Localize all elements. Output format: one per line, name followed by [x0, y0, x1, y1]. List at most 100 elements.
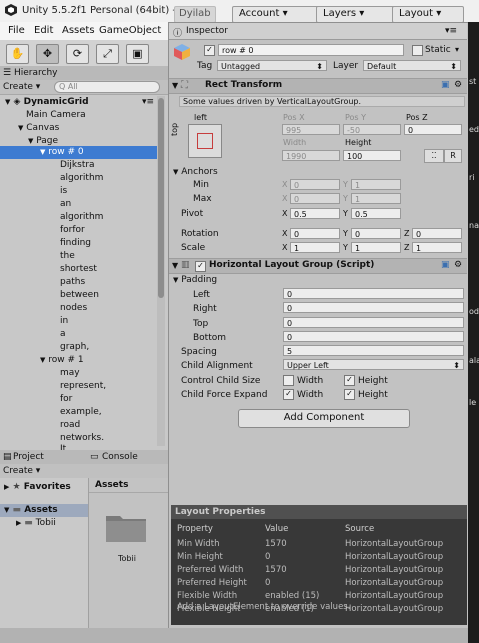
menu-edit[interactable]: Edit	[34, 25, 53, 36]
control-height-checkbox[interactable]: ✓	[344, 375, 355, 386]
object-name-field[interactable]: row # 0	[218, 44, 404, 56]
padding-left-field[interactable]: 0	[283, 288, 464, 299]
padding-top-field[interactable]: 0	[283, 317, 464, 328]
hierarchy-item[interactable]: graph,	[60, 342, 89, 352]
panel-menu-icon[interactable]: ▾≡	[445, 26, 457, 36]
layer-dropdown[interactable]: Default ⬍	[363, 60, 461, 71]
scale-z-field[interactable]: 1	[412, 242, 462, 253]
child-alignment-dropdown[interactable]: Upper Left ⬍	[283, 359, 464, 370]
create-dropdown[interactable]: Create ▾	[3, 82, 40, 92]
hierarchy-item[interactable]: the	[60, 251, 75, 261]
hlg-enabled-checkbox[interactable]: ✓	[195, 261, 206, 272]
hlg-header[interactable]: ▼ ▥ ✓ Horizontal Layout Group (Script) ▣…	[169, 258, 467, 274]
hierarchy-item[interactable]: is	[60, 186, 67, 196]
static-checkbox[interactable]	[412, 45, 423, 56]
hierarchy-item[interactable]: in	[60, 316, 68, 326]
menu-assets[interactable]: Assets	[62, 25, 95, 36]
layout-dropdown[interactable]: Layout ▾	[392, 6, 464, 23]
rotation-x-field[interactable]: 0	[290, 228, 340, 239]
project-create-dropdown[interactable]: Create ▾	[3, 466, 40, 476]
tree-assets-item[interactable]: ▼ ▬ Assets	[4, 505, 58, 515]
assets-breadcrumb-label[interactable]: Assets	[95, 480, 128, 490]
padding-right-field[interactable]: 0	[283, 302, 464, 313]
anchor-presets-button[interactable]	[188, 124, 222, 158]
hierarchy-item[interactable]: a	[60, 329, 66, 339]
chevron-down-icon: ▾	[282, 8, 288, 19]
scene-menu-icon[interactable]: ▾≡	[142, 97, 154, 107]
hierarchy-item[interactable]: finding	[60, 238, 91, 248]
hierarchy-item[interactable]: networks.	[60, 433, 104, 443]
layers-dropdown[interactable]: Layers ▾	[316, 6, 396, 23]
hierarchy-panel: ☰ Hierarchy Create ▾ Q All ▼ ◈ DynamicGr…	[0, 66, 168, 450]
hierarchy-item[interactable]: ▼ Canvas	[18, 123, 59, 133]
padding-bottom-field[interactable]: 0	[283, 331, 464, 342]
favorites-item[interactable]: ▶ ★ Favorites	[4, 482, 71, 492]
posz-field[interactable]: 0	[404, 124, 462, 135]
scale-x-field[interactable]: 1	[290, 242, 340, 253]
scene-row[interactable]: ▼ ◈ DynamicGrid	[5, 97, 89, 107]
expand-width-checkbox[interactable]: ✓	[283, 389, 294, 400]
hierarchy-scroll-thumb[interactable]	[158, 98, 164, 298]
console-tab[interactable]: Console	[102, 452, 138, 462]
raw-edit-button[interactable]: R	[444, 149, 462, 163]
rotation-z-field[interactable]: 0	[412, 228, 462, 239]
hierarchy-item[interactable]: Dijkstra	[60, 160, 95, 170]
tobii-folder[interactable]	[104, 510, 148, 544]
active-checkbox[interactable]: ✓	[204, 45, 215, 56]
static-dropdown-arrow[interactable]: ▾	[455, 45, 459, 54]
hierarchy-item[interactable]: ▼ row # 1	[40, 355, 84, 365]
move-tool-button[interactable]: ✥	[36, 44, 59, 64]
menu-file[interactable]: File	[8, 25, 25, 36]
hierarchy-item[interactable]: algorithm	[60, 212, 103, 222]
component-gear-icon[interactable]: ⚙	[454, 80, 462, 90]
rect-transform-header[interactable]: ▼ ⛶ Rect Transform ▣ ⚙	[169, 78, 467, 94]
hierarchy-item[interactable]: between	[60, 290, 99, 300]
hierarchy-item[interactable]: ▼ Page	[28, 136, 58, 146]
hierarchy-item[interactable]: forfor	[60, 225, 85, 235]
hierarchy-item[interactable]: road	[60, 420, 80, 430]
spacing-field[interactable]: 5	[283, 345, 464, 356]
hierarchy-item[interactable]: example,	[60, 407, 102, 417]
hierarchy-item[interactable]: shortest	[60, 264, 97, 274]
scale-y-field[interactable]: 1	[351, 242, 401, 253]
collab-button[interactable]: Dyilab	[174, 6, 216, 23]
anchors-foldout[interactable]: ▼ Anchors	[173, 167, 218, 177]
hierarchy-item[interactable]: Main Camera	[26, 110, 86, 120]
pivot-x-field[interactable]: 0.5	[290, 208, 340, 219]
height-field[interactable]: 100	[343, 150, 401, 161]
driven-values-note: Some values driven by VerticalLayoutGrou…	[179, 96, 465, 107]
expand-height-checkbox[interactable]: ✓	[344, 389, 355, 400]
menu-gameobject[interactable]: GameObject	[99, 25, 161, 36]
hierarchy-item-selected[interactable]: ▼ row # 0	[40, 147, 84, 157]
hierarchy-toolbar: Create ▾ Q All	[0, 80, 168, 95]
component-gear-icon[interactable]: ⚙	[454, 260, 462, 270]
inspector-tab[interactable]: Inspector	[186, 26, 228, 36]
project-tab[interactable]: Project	[13, 452, 44, 462]
hierarchy-item[interactable]: paths	[60, 277, 85, 287]
hierarchy-scrollbar[interactable]	[157, 96, 165, 446]
hierarchy-tab[interactable]: Hierarchy	[14, 68, 58, 78]
tree-tobii-item[interactable]: ▶ ▬ Tobii	[16, 518, 56, 528]
hand-tool-button[interactable]: ✋	[6, 44, 29, 64]
hierarchy-item[interactable]: may	[60, 368, 80, 378]
hierarchy-item[interactable]: nodes	[60, 303, 87, 313]
hierarchy-item[interactable]: for	[60, 394, 72, 404]
help-book-icon[interactable]: ▣	[441, 80, 450, 90]
blueprint-mode-button[interactable]: ⁚⁚	[424, 149, 444, 163]
hierarchy-item[interactable]: algorithm	[60, 173, 103, 183]
help-book-icon[interactable]: ▣	[441, 260, 450, 270]
padding-foldout[interactable]: ▼ Padding	[173, 275, 217, 285]
tag-dropdown[interactable]: Untagged ⬍	[217, 60, 327, 71]
pivot-y-field[interactable]: 0.5	[351, 208, 401, 219]
hierarchy-search-input[interactable]: Q All	[54, 81, 160, 93]
rect-tool-button[interactable]: ▣	[126, 44, 149, 64]
hierarchy-item[interactable]: an	[60, 199, 71, 209]
account-dropdown[interactable]: Account ▾	[232, 6, 320, 23]
rotation-y-field[interactable]: 0	[351, 228, 401, 239]
scale-tool-button[interactable]: ⤢	[96, 44, 119, 64]
rotate-tool-button[interactable]: ⟳	[66, 44, 89, 64]
hierarchy-item[interactable]: represent,	[60, 381, 106, 391]
add-component-button[interactable]: Add Component	[238, 409, 410, 428]
scene-edge-text: ed	[469, 125, 479, 134]
control-width-checkbox[interactable]	[283, 375, 294, 386]
